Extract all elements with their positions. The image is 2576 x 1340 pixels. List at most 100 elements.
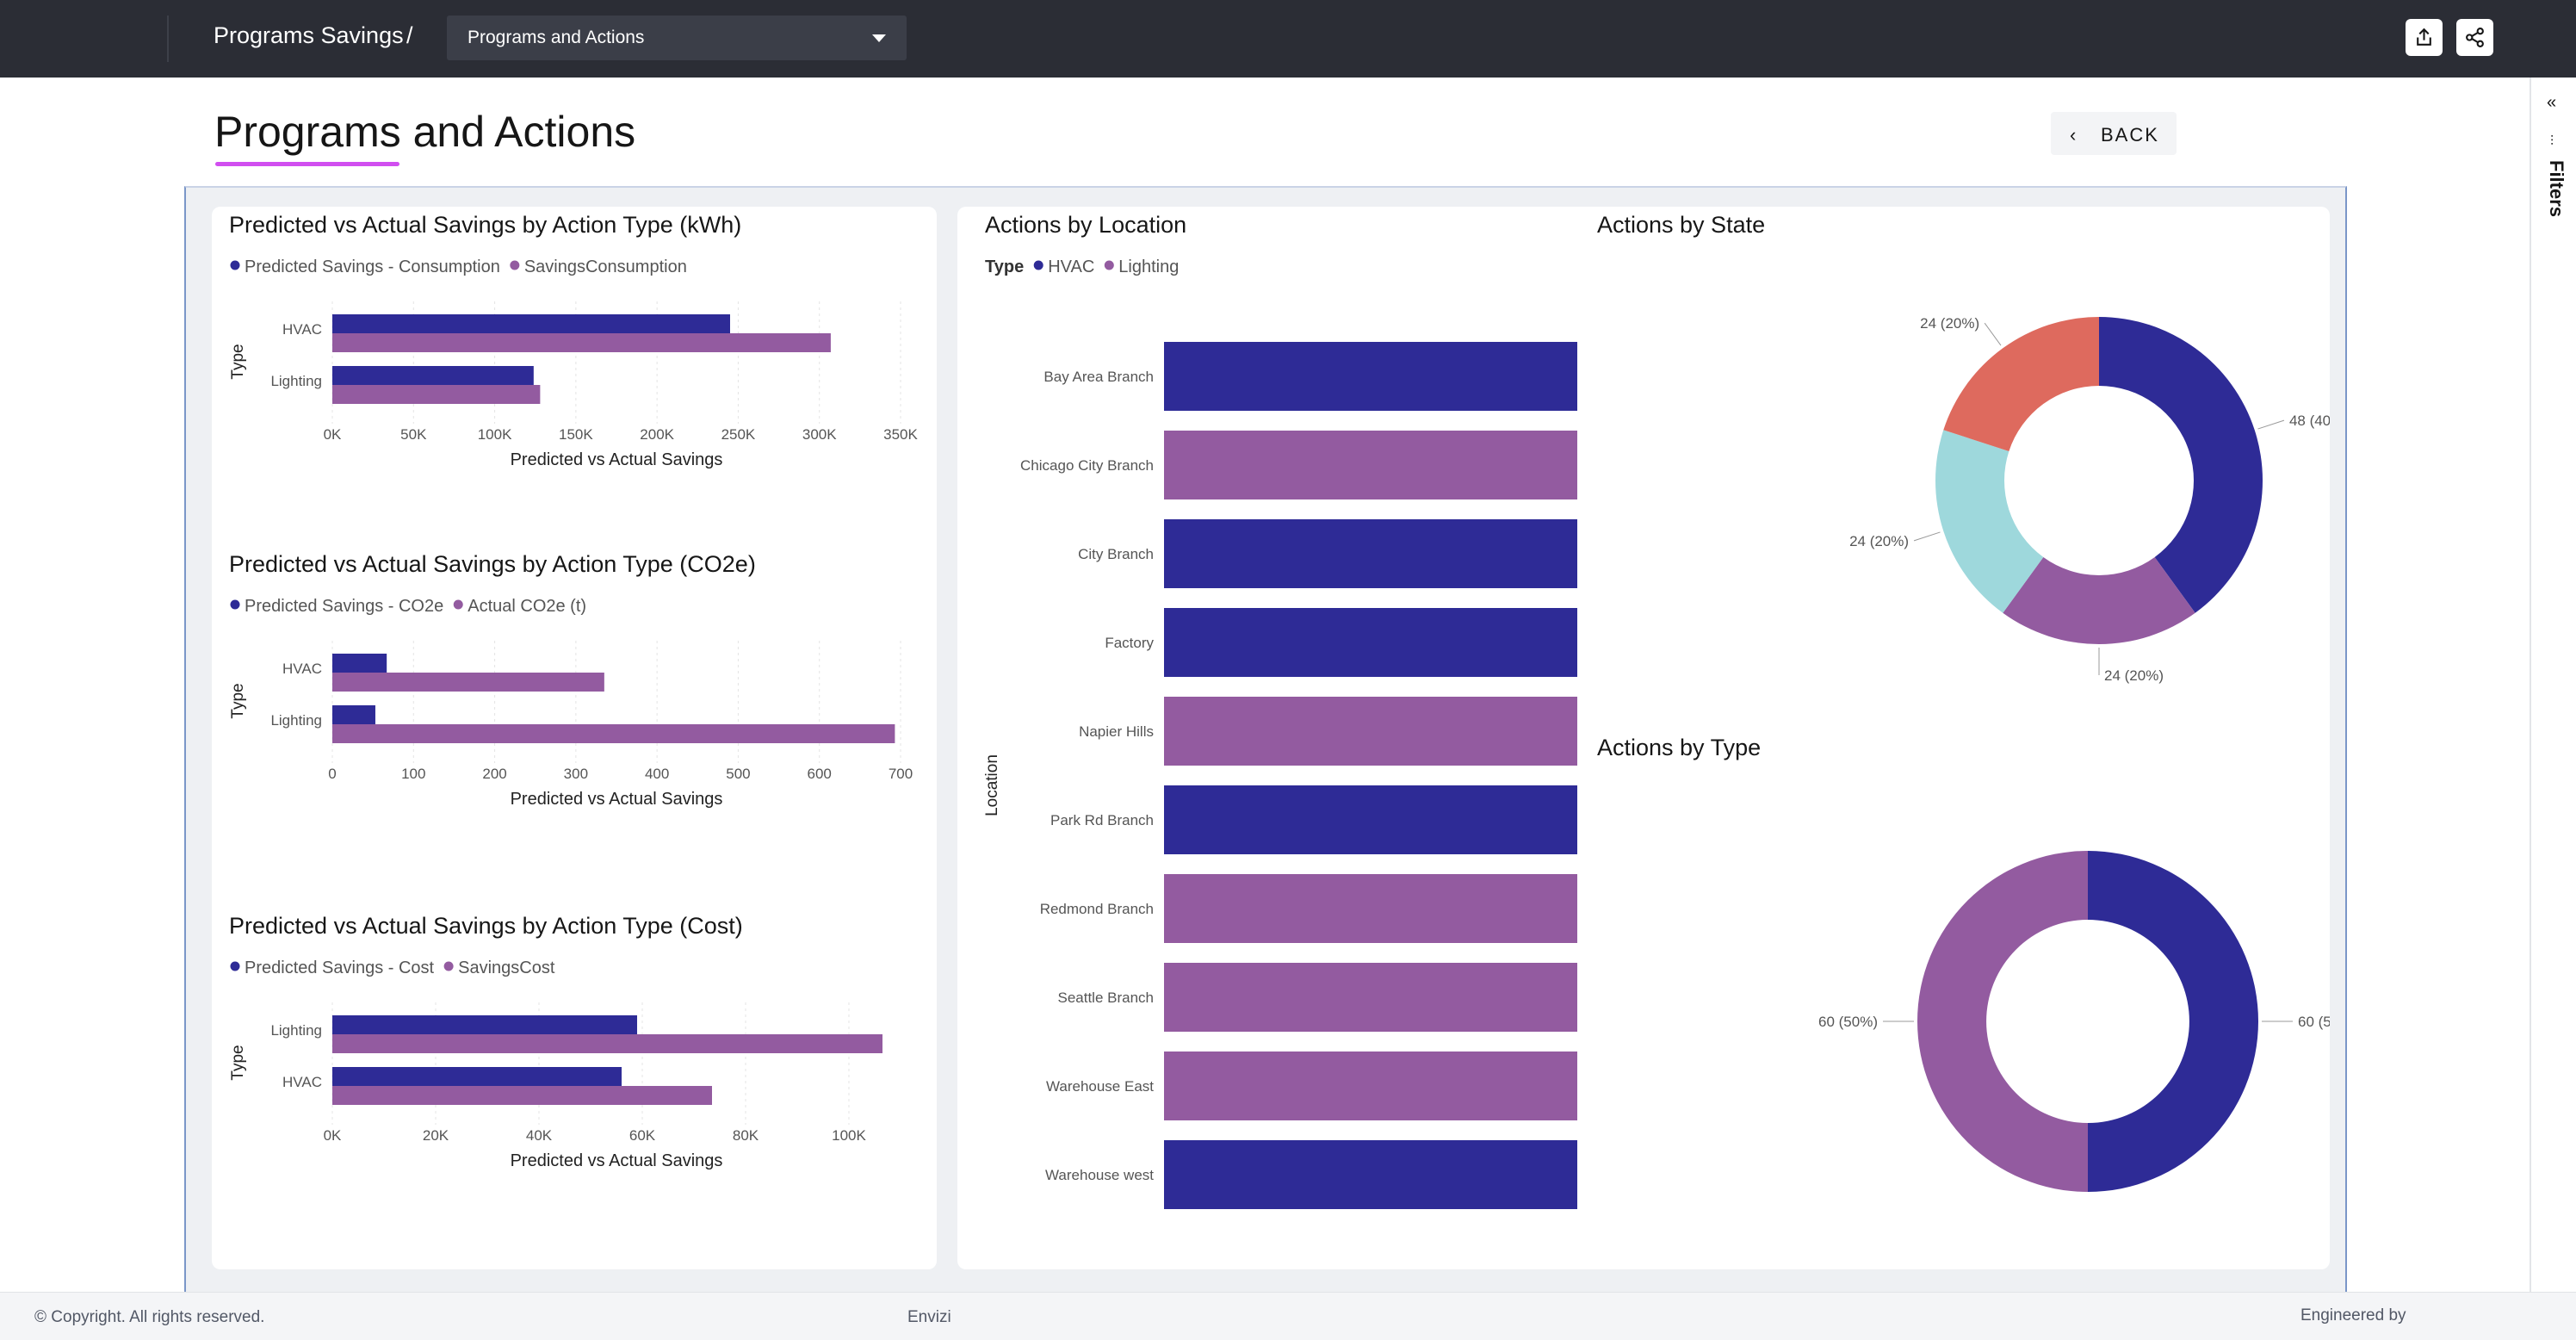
app-root: Programs Savings / Programs and Actions … — [0, 0, 2576, 1340]
bar — [332, 724, 895, 743]
x-tick-label: 600 — [808, 766, 832, 782]
y-tick-label: Park Rd Branch — [1050, 812, 1154, 828]
bar — [332, 385, 541, 404]
view-select[interactable]: Programs and Actions — [447, 16, 907, 60]
actions-charts: Actions by Location Type HVAC Lighting Bay A… — [983, 212, 2473, 1209]
chevron-down-icon — [872, 34, 886, 42]
bar — [332, 1034, 882, 1053]
y-tick-label: Bay Area Branch — [1043, 369, 1154, 385]
bar — [332, 1067, 622, 1086]
x-tick-label: 0 — [328, 766, 336, 782]
legend-label: SavingsCost — [458, 958, 555, 977]
y-axis-label: Location — [983, 754, 1001, 816]
app-title[interactable]: Programs Savings — [214, 22, 404, 49]
chevron-left-icon: ‹ — [2070, 124, 2077, 146]
bar — [1164, 608, 1577, 677]
legend-label: Predicted Savings - Consumption — [245, 257, 500, 276]
bar — [332, 654, 387, 673]
export-icon — [2417, 28, 2431, 46]
x-tick-label: 80K — [733, 1127, 759, 1144]
y-tick-label: Seattle Branch — [1057, 989, 1154, 1006]
export-button[interactable] — [2406, 19, 2443, 56]
data-label: 48 (40%) — [2289, 413, 2330, 429]
x-tick-label: 400 — [645, 766, 669, 782]
donut-slice — [2088, 851, 2258, 1192]
bar — [1164, 431, 1577, 499]
legend-label: Actual CO2e (t) — [468, 597, 586, 616]
leader-line — [2257, 419, 2285, 430]
donut-chart-2: Actions by Type60 (50%)60 (50%)TypeHVACL… — [1597, 735, 2473, 1192]
data-label: 60 (50%) — [2298, 1014, 2330, 1030]
x-tick-label: 0K — [324, 426, 342, 443]
savings-charts: Predicted vs Actual Savings by Action Ty… — [229, 212, 919, 1170]
x-tick-label: 300K — [802, 426, 837, 443]
y-tick-label: Warehouse west — [1045, 1167, 1154, 1183]
x-axis-label: Predicted vs Actual Savings — [511, 450, 723, 469]
legend-marker — [443, 961, 454, 971]
x-tick-label: 500 — [726, 766, 750, 782]
y-tick-label: Lighting — [270, 1022, 322, 1039]
donut-chart-1: Actions by State 48 (40%) 24 (20%) 24 (20%)… — [1597, 212, 2467, 684]
chart-title: Actions by Location — [985, 212, 1186, 238]
legend-label: HVAC — [1048, 257, 1094, 276]
x-tick-label: 100 — [401, 766, 425, 782]
brand-text: Envizi — [907, 1308, 951, 1326]
legend-marker — [453, 599, 463, 610]
y-axis-label: Type — [229, 344, 247, 379]
filters-panel-toggle[interactable]: « ⫶ Filters — [2530, 78, 2576, 1292]
chart-title: Predicted vs Actual Savings by Action Ty… — [229, 913, 743, 939]
share-button[interactable] — [2456, 19, 2493, 56]
y-axis-label: Type — [229, 683, 247, 718]
bar — [332, 314, 730, 333]
y-tick-label: Napier Hills — [1079, 723, 1154, 740]
legend-marker — [230, 961, 240, 971]
bar — [1164, 963, 1577, 1032]
chart-title: Predicted vs Actual Savings by Action Ty… — [229, 551, 756, 577]
view-select-value: Programs and Actions — [468, 28, 645, 47]
filters-label[interactable]: Filters — [2545, 160, 2567, 217]
y-tick-label: Redmond Branch — [1040, 901, 1154, 917]
footer: © Copyright. All rights reserved. Envizi… — [0, 1292, 2576, 1340]
legend-marker — [510, 260, 520, 270]
x-axis-label: Predicted vs Actual Savings — [511, 1151, 723, 1170]
y-tick-label: Factory — [1105, 635, 1154, 651]
title-underline — [215, 162, 399, 166]
actions-card: Actions by Location Type HVAC Lighting Bay A… — [957, 207, 2473, 1269]
donut-slice — [1917, 851, 2088, 1192]
x-tick-label: 300 — [564, 766, 588, 782]
bar — [332, 333, 831, 352]
bar — [1164, 342, 1577, 411]
donut-slice — [2099, 317, 2263, 613]
filter-icon: ⫶ — [2550, 134, 2554, 149]
legend-label: SavingsConsumption — [524, 257, 687, 276]
x-tick-label: 250K — [721, 426, 756, 443]
legend-marker — [1104, 260, 1114, 270]
y-tick-label: City Branch — [1078, 546, 1154, 562]
bar — [332, 705, 375, 724]
double-chevron-left-icon[interactable]: « — [2547, 93, 2556, 113]
savings-card: Predicted vs Actual Savings by Action Ty… — [212, 207, 937, 1269]
x-tick-label: 50K — [400, 426, 427, 443]
data-label: 24 (20%) — [1849, 533, 1909, 549]
location-bar-chart: Actions by Location Type HVAC Lighting Bay A… — [983, 212, 1577, 1209]
back-label: BACK — [2101, 124, 2159, 146]
bar — [1164, 785, 1577, 854]
y-tick-label: Chicago City Branch — [1020, 457, 1154, 474]
top-bar: Programs Savings / Programs and Actions — [0, 0, 2576, 78]
x-tick-label: 200K — [640, 426, 674, 443]
x-tick-label: 40K — [526, 1127, 553, 1144]
bar-chart-1: Predicted vs Actual Savings by Action Ty… — [229, 212, 919, 469]
y-tick-label: Lighting — [270, 712, 322, 729]
legend-marker — [230, 260, 240, 270]
bar-chart-3: Predicted vs Actual Savings by Action Ty… — [229, 913, 882, 1170]
back-button[interactable]: ‹ BACK — [2051, 112, 2177, 155]
topbar-divider — [167, 16, 169, 62]
share-icon — [2466, 28, 2484, 47]
legend-marker — [230, 599, 240, 610]
data-label: 24 (20%) — [2104, 667, 2164, 684]
bar — [332, 366, 534, 385]
legend-label: Lighting — [1118, 257, 1179, 276]
y-tick-label: HVAC — [282, 321, 322, 338]
x-axis-label: Predicted vs Actual Savings — [511, 790, 723, 809]
chart-title: Predicted vs Actual Savings by Action Ty… — [229, 212, 741, 238]
